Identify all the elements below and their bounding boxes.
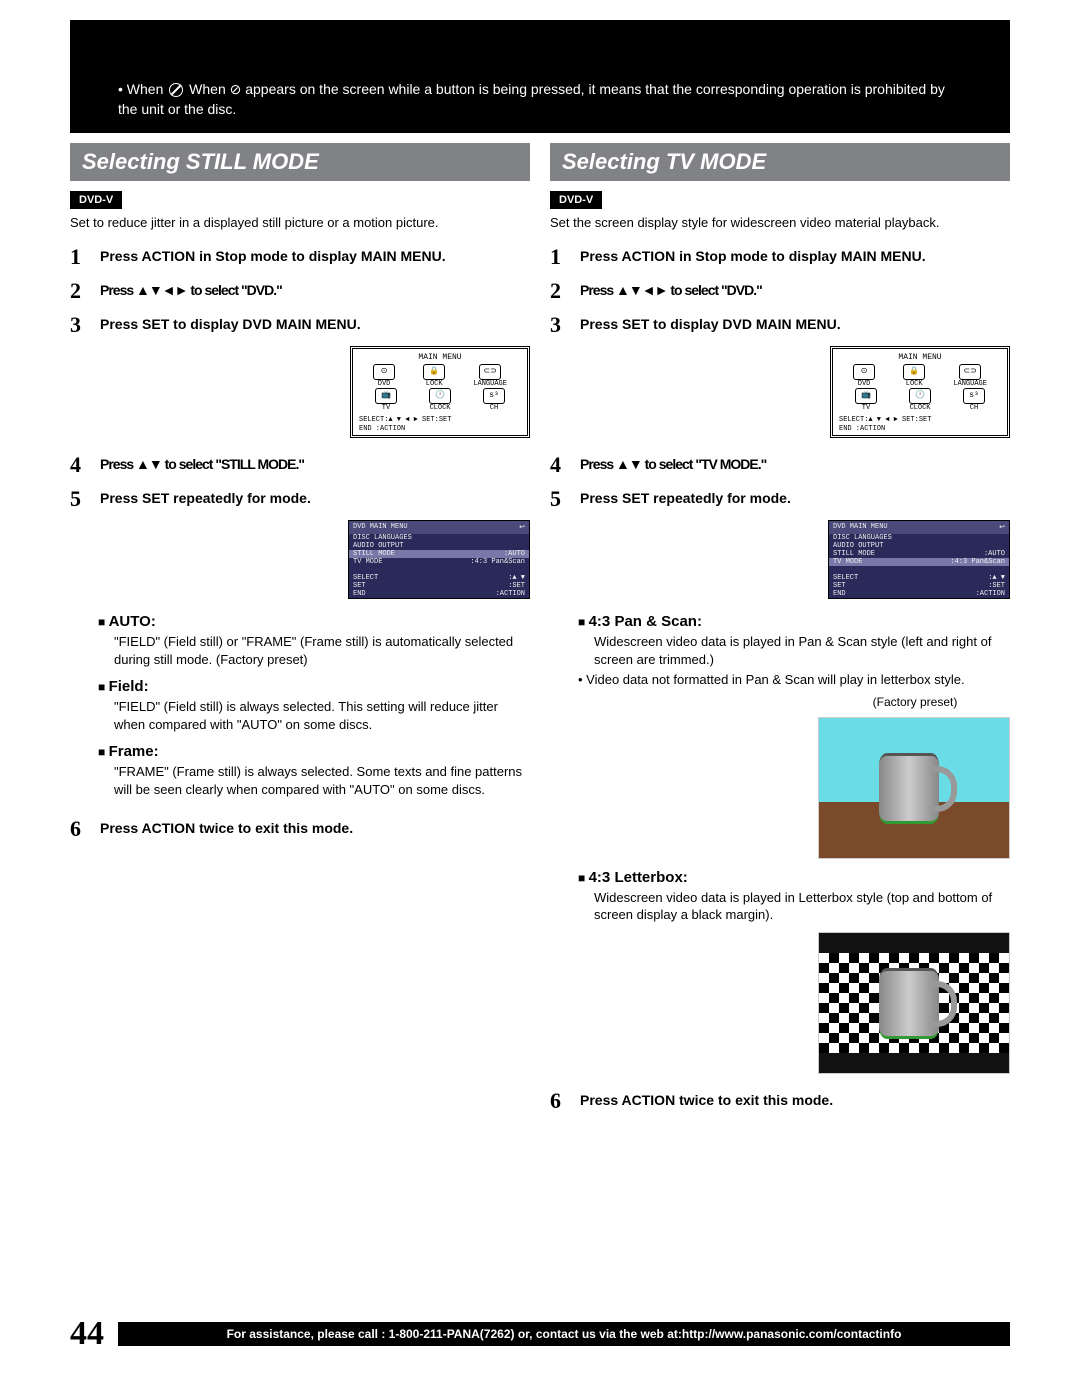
step-text: Press ▲▼◄► to select "DVD.": [100, 278, 282, 304]
opt-field-head: Field:: [98, 678, 530, 695]
step-text: Press SET to display DVD MAIN MENU.: [580, 312, 841, 338]
step-text: Press ▲▼◄► to select "DVD.": [580, 278, 762, 304]
figure-letterbox: [818, 932, 1010, 1074]
step-num: 6: [70, 816, 90, 842]
intro-left: Set to reduce jitter in a displayed stil…: [70, 215, 530, 230]
factory-preset: (Factory preset): [820, 695, 1010, 709]
step-text: Press ACTION in Stop mode to display MAI…: [580, 244, 926, 270]
opt-letterbox-body: Widescreen video data is played in Lette…: [594, 889, 1010, 924]
step-text: Press ▲▼ to select "STILL MODE.": [100, 452, 304, 478]
opt-auto-body: "FIELD" (Field still) or "FRAME" (Frame …: [114, 633, 530, 668]
step-num: 2: [70, 278, 90, 304]
step-num: 4: [550, 452, 570, 478]
main-menu-figure-right: MAIN MENU ⊙DVD 🔒LOCK ⊂⊃LANGUAGE 📺TV 🕐CLO…: [830, 346, 1010, 438]
opt-frame-head: Frame:: [98, 743, 530, 760]
opt-frame-body: "FRAME" (Frame still) is always selected…: [114, 763, 530, 798]
main-menu-figure-left: MAIN MENU ⊙DVD 🔒LOCK ⊂⊃LANGUAGE 📺TV 🕐CLO…: [350, 346, 530, 438]
opt-panscan-head: 4:3 Pan & Scan:: [578, 613, 1010, 630]
col-still-mode: Selecting STILL MODE DVD-V Set to reduce…: [70, 143, 530, 1122]
step-num: 3: [70, 312, 90, 338]
opt-auto-head: AUTO:: [98, 613, 530, 630]
footer-bar: For assistance, please call : 1-800-211-…: [118, 1322, 1010, 1346]
step-text: Press SET repeatedly for mode.: [100, 486, 311, 512]
prohibit-icon: [169, 83, 183, 97]
heading-tv: Selecting TV MODE: [550, 143, 1010, 181]
dvd-menu-figure-right: DVD MAIN MENU↩ DISC LANGUAGES AUDIO OUTP…: [828, 520, 1010, 599]
step-text: Press ACTION twice to exit this mode.: [100, 816, 353, 842]
step-num: 3: [550, 312, 570, 338]
step-text: Press ACTION in Stop mode to display MAI…: [100, 244, 446, 270]
step-text: Press SET repeatedly for mode.: [580, 486, 791, 512]
step-num: 5: [70, 486, 90, 512]
opt-panscan-body1: Widescreen video data is played in Pan &…: [594, 633, 1010, 668]
figure-panscan: [818, 717, 1010, 859]
opt-letterbox-head: 4:3 Letterbox:: [578, 869, 1010, 886]
step-num: 1: [70, 244, 90, 270]
intro-right: Set the screen display style for widescr…: [550, 215, 1010, 230]
step-num: 6: [550, 1088, 570, 1114]
col-tv-mode: Selecting TV MODE DVD-V Set the screen d…: [550, 143, 1010, 1122]
step-num: 2: [550, 278, 570, 304]
page-footer: 44 For assistance, please call : 1-800-2…: [70, 1315, 1010, 1353]
step-num: 1: [550, 244, 570, 270]
heading-still: Selecting STILL MODE: [70, 143, 530, 181]
banner-text: When ⊘ appears on the screen while a but…: [118, 81, 945, 117]
page-number: 44: [70, 1315, 104, 1353]
opt-field-body: "FIELD" (Field still) is always selected…: [114, 698, 530, 733]
badge-dvdv-left: DVD-V: [70, 191, 122, 209]
banner: • When When ⊘ appears on the screen whil…: [70, 20, 1010, 133]
opt-panscan-body2: Video data not formatted in Pan & Scan w…: [578, 671, 1010, 689]
step-text: Press ACTION twice to exit this mode.: [580, 1088, 833, 1114]
step-text: Press SET to display DVD MAIN MENU.: [100, 312, 361, 338]
step-num: 4: [70, 452, 90, 478]
step-text: Press ▲▼ to select "TV MODE.": [580, 452, 766, 478]
badge-dvdv-right: DVD-V: [550, 191, 602, 209]
step-num: 5: [550, 486, 570, 512]
dvd-menu-figure-left: DVD MAIN MENU↩ DISC LANGUAGES AUDIO OUTP…: [348, 520, 530, 599]
